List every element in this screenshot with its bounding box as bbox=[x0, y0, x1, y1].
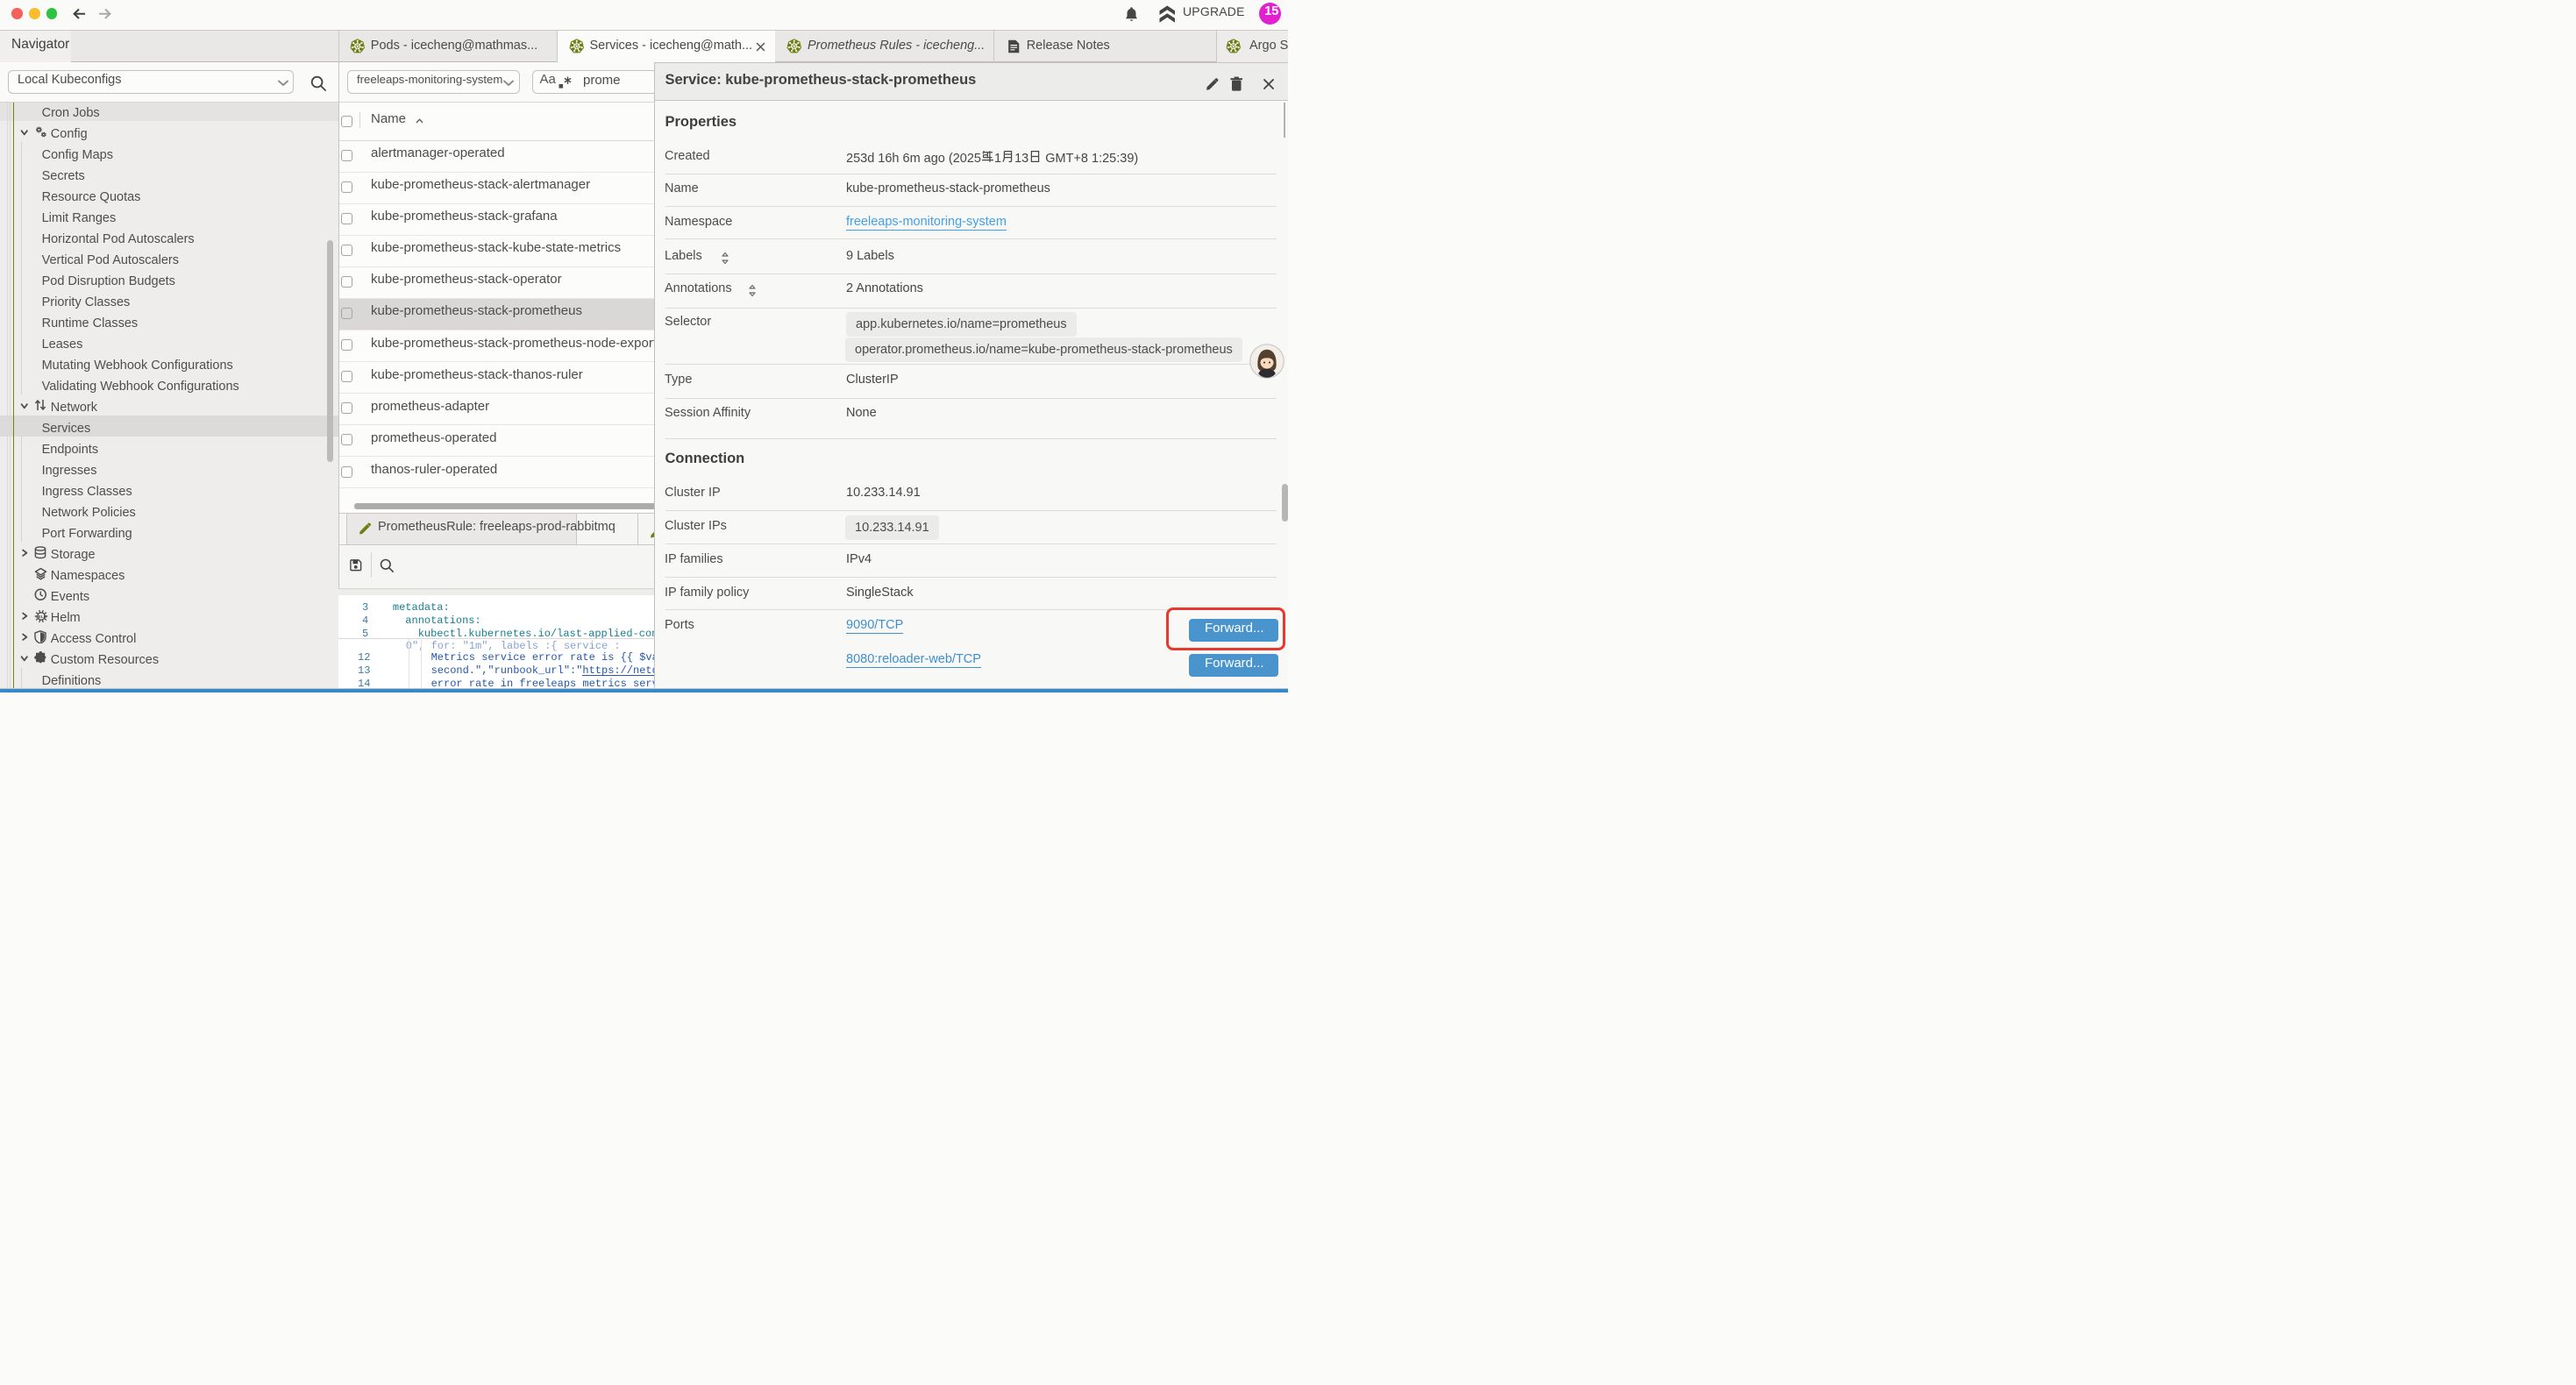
svg-text:HELM: HELM bbox=[35, 614, 46, 618]
